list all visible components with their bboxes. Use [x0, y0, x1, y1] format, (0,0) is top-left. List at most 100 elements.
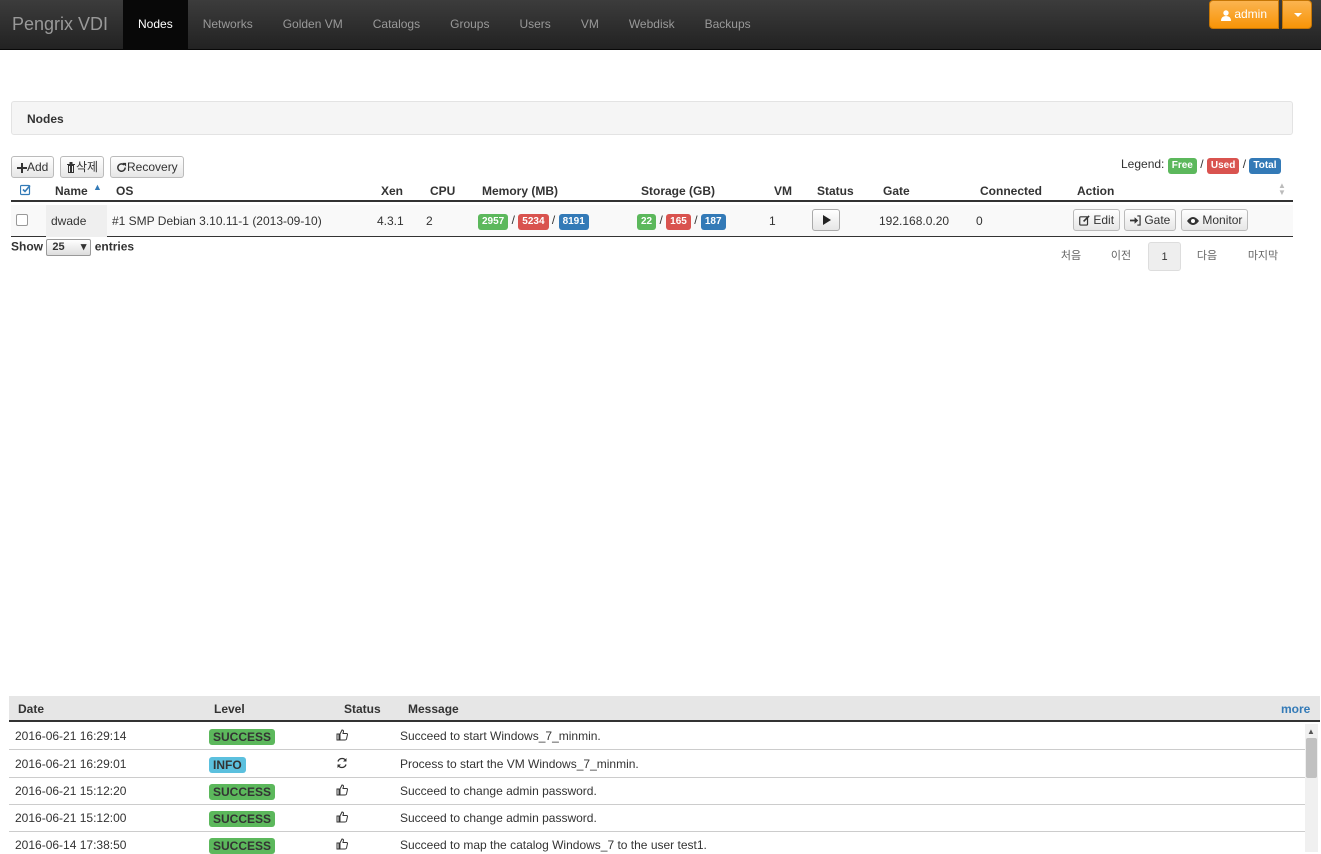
nav-item-golden-vm[interactable]: Golden VM: [268, 0, 358, 49]
show-entries-suffix: entries: [94, 239, 135, 254]
gate-button-label: Gate: [1144, 213, 1171, 227]
nav-item-networks[interactable]: Networks: [188, 0, 268, 49]
log-message: Succeed to change admin password.: [400, 811, 597, 825]
admin-user-label: admin: [1234, 7, 1268, 21]
legend: Legend: Free / Used / Total: [1121, 157, 1281, 174]
node-os: #1 SMP Debian 3.10.11-1 (2013-09-10): [112, 214, 322, 228]
column-header-status[interactable]: Status: [817, 184, 854, 198]
log-column-status: Status: [344, 702, 381, 716]
column-header-cpu[interactable]: CPU: [430, 184, 455, 198]
user-icon: [1220, 2, 1231, 29]
nav-item-vm[interactable]: VM: [566, 0, 614, 49]
edit-button-label: Edit: [1093, 213, 1115, 227]
legend-separator: /: [1242, 157, 1247, 171]
log-column-date: Date: [18, 702, 45, 716]
sort-both-icon: ▲ ▼: [1278, 181, 1286, 197]
column-header-connected[interactable]: Connected: [980, 184, 1042, 198]
more-link[interactable]: more: [1281, 702, 1310, 716]
thumbs-up-icon: [336, 728, 348, 742]
scroll-up-arrow-icon[interactable]: ▲: [1307, 727, 1315, 736]
log-scrollbar-thumb[interactable]: [1306, 738, 1317, 778]
sort-ascending-icon: ▲: [93, 182, 102, 192]
log-message: Process to start the VM Windows_7_minmin…: [400, 757, 639, 771]
log-row: 2016-06-21 15:12:20 SUCCESS Succeed to c…: [9, 778, 1305, 805]
column-header-vm[interactable]: VM: [774, 184, 792, 198]
storage-used-badge: 165: [666, 214, 691, 230]
monitor-button[interactable]: Monitor: [1181, 209, 1249, 231]
storage-free-badge: 22: [637, 214, 657, 230]
log-date: 2016-06-21 16:29:01: [15, 757, 127, 771]
storage-total-badge: 187: [700, 214, 726, 230]
admin-dropdown-toggle[interactable]: [1282, 0, 1312, 29]
node-cpu: 2: [426, 214, 433, 228]
navbar: Pengrix VDI Nodes Networks Golden VM Cat…: [0, 0, 1321, 50]
eye-icon: [1187, 213, 1199, 227]
column-header-action[interactable]: Action: [1077, 184, 1114, 198]
edit-button[interactable]: Edit: [1073, 209, 1121, 231]
delete-button-label: 삭제: [76, 160, 99, 174]
gate-button[interactable]: Gate: [1124, 209, 1177, 231]
nav-item-webdisk[interactable]: Webdisk: [614, 0, 690, 49]
memory-separator: /: [511, 213, 515, 227]
node-storage: 22 / 165 / 187: [637, 213, 726, 230]
main-nav: Nodes Networks Golden VM Catalogs Groups…: [123, 0, 766, 49]
pagination-last[interactable]: 마지막: [1238, 242, 1288, 271]
legend-used-badge: Used: [1206, 158, 1240, 174]
log-column-message: Message: [408, 702, 459, 716]
plus-icon: [17, 160, 27, 174]
row-checkbox[interactable]: [16, 214, 28, 226]
brand-logo[interactable]: Pengrix VDI: [12, 14, 108, 35]
page-size-select[interactable]: 25: [46, 239, 92, 256]
pagination-prev[interactable]: 이전: [1102, 242, 1140, 271]
log-row: 2016-06-21 16:29:14 SUCCESS Succeed to s…: [9, 723, 1305, 750]
column-header-os[interactable]: OS: [116, 184, 133, 198]
node-name: dwade: [51, 214, 87, 228]
log-level-badge: SUCCESS: [209, 811, 276, 827]
column-header-xen[interactable]: Xen: [381, 184, 403, 198]
log-message: Succeed to start Windows_7_minmin.: [400, 729, 601, 743]
nav-item-catalogs[interactable]: Catalogs: [358, 0, 435, 49]
memory-separator: /: [551, 213, 556, 227]
nav-item-groups[interactable]: Groups: [435, 0, 504, 49]
storage-separator: /: [694, 213, 698, 227]
page-header: Nodes: [11, 101, 1293, 135]
legend-free-badge: Free: [1167, 158, 1197, 174]
nav-item-users[interactable]: Users: [504, 0, 565, 49]
pagination-first[interactable]: 처음: [1052, 242, 1090, 271]
column-header-memory[interactable]: Memory (MB): [482, 184, 558, 198]
play-icon[interactable]: [812, 209, 840, 231]
column-header-name[interactable]: Name: [55, 184, 88, 198]
log-table-header: Date Level Status Message more: [9, 696, 1320, 722]
edit-icon: [1079, 213, 1090, 227]
table-row: dwade #1 SMP Debian 3.10.11-1 (2013-09-1…: [11, 205, 1293, 237]
admin-user-button[interactable]: admin: [1209, 0, 1279, 29]
pagination-current[interactable]: 1: [1148, 242, 1181, 271]
log-level-badge: SUCCESS: [209, 784, 276, 800]
legend-separator: /: [1200, 157, 1204, 171]
node-gate: 192.168.0.20: [879, 214, 950, 228]
add-button[interactable]: Add: [11, 156, 55, 178]
storage-separator: /: [659, 213, 663, 227]
memory-total-badge: 8191: [558, 214, 589, 230]
node-xen: 4.3.1: [377, 214, 404, 228]
recovery-button[interactable]: Recovery: [110, 156, 184, 178]
log-row: 2016-06-21 16:29:01 INFO Process to star…: [9, 751, 1305, 778]
node-memory: 2957 / 5234 / 8191: [478, 213, 589, 230]
column-header-gate[interactable]: Gate: [883, 184, 910, 198]
add-button-label: Add: [27, 160, 49, 174]
log-level-badge: SUCCESS: [209, 729, 276, 745]
nodes-table-header: Name ▲ OS Xen CPU Memory (MB) Storage (G…: [11, 180, 1293, 202]
nav-item-nodes[interactable]: Nodes: [123, 0, 188, 49]
delete-button[interactable]: 삭제: [60, 156, 105, 178]
log-column-level: Level: [214, 702, 245, 716]
select-all-icon[interactable]: [20, 183, 32, 197]
page-title: Nodes: [27, 112, 64, 126]
trash-icon: [66, 160, 76, 174]
pagination-next[interactable]: 다음: [1188, 242, 1226, 271]
show-entries: Show 25 entries: [11, 239, 134, 256]
thumbs-up-icon: [336, 810, 348, 824]
log-message: Succeed to map the catalog Windows_7 to …: [400, 838, 707, 852]
column-header-storage[interactable]: Storage (GB): [641, 184, 715, 198]
log-row: 2016-06-21 15:12:00 SUCCESS Succeed to c…: [9, 805, 1305, 832]
nav-item-backups[interactable]: Backups: [690, 0, 766, 49]
